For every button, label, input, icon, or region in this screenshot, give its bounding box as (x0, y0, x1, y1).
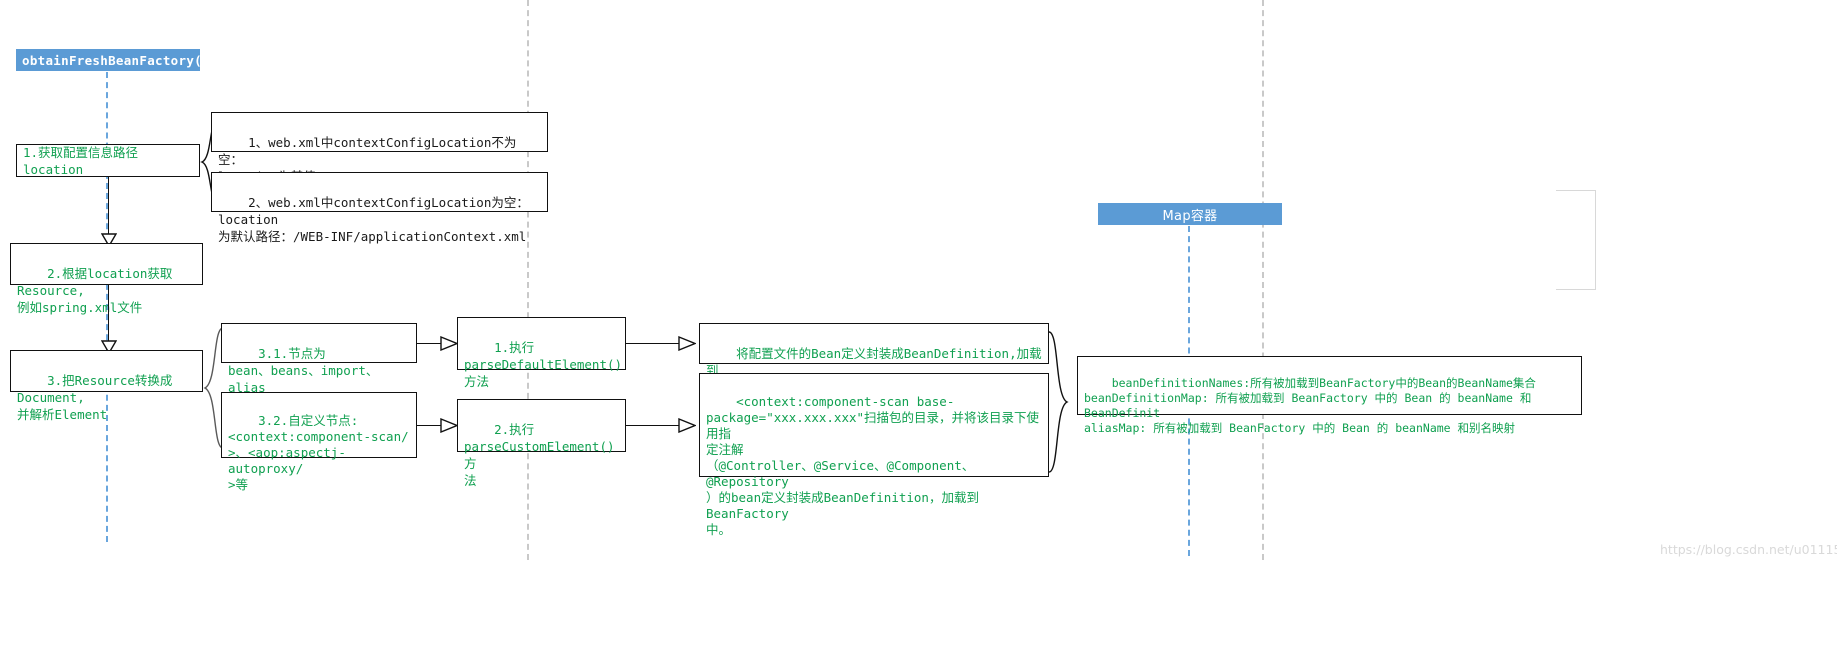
lifeline-guide-left (527, 0, 529, 560)
node-step-3[interactable]: 3.把Resource转换成Document, 并解析Element (10, 350, 203, 422)
note-contextconfiglocation-empty-text: 2、web.xml中contextConfigLocation为空：locati… (218, 195, 529, 244)
connector-step1-step2 (108, 177, 109, 240)
arrowhead-result2 (678, 418, 696, 433)
lifeline-guide-right (1262, 0, 1264, 560)
arrowhead-exec1 (440, 336, 458, 351)
header-obtain-fresh-bean-factory-label: obtainFreshBeanFactory() (22, 52, 210, 68)
header-obtain-fresh-bean-factory[interactable]: obtainFreshBeanFactory() (16, 49, 210, 71)
node-step-3-1-label: 3.1.节点为 bean、beans、import、alias (228, 346, 379, 395)
node-exec-parse-custom-element-label: 2.执行 parseCustomElement()方 法 (464, 422, 615, 488)
node-exec-parse-default-element-label: 1.执行 parseDefaultElement() 方法 (464, 340, 623, 389)
node-result-component-scan[interactable]: <context:component-scan base- package="x… (699, 373, 1049, 537)
node-result-component-scan-label: <context:component-scan base- package="x… (706, 394, 1040, 537)
node-exec-parse-custom-element[interactable]: 2.执行 parseCustomElement()方 法 (457, 399, 626, 488)
brace-results-map (1048, 331, 1069, 473)
header-map-container[interactable]: Map容器 (1098, 203, 1282, 225)
node-step-1-label: 1.获取配置信息路径location (23, 144, 139, 177)
node-step-3-2[interactable]: 3.2.自定义节点: <context:component-scan/ >、<a… (221, 392, 417, 492)
connector-exec2-result2 (626, 425, 679, 426)
node-map-container-detail[interactable]: beanDefinitionNames:所有被加载到BeanFactory中的B… (1077, 356, 1582, 435)
note-contextconfiglocation-not-empty[interactable]: 1、web.xml中contextConfigLocation不为空： loca… (211, 112, 548, 184)
note-contextconfiglocation-empty[interactable]: 2、web.xml中contextConfigLocation为空：locati… (211, 172, 548, 244)
connector-step2-step3 (108, 285, 109, 348)
arrowhead-result1 (678, 336, 696, 351)
node-exec-parse-default-element[interactable]: 1.执行 parseDefaultElement() 方法 (457, 317, 626, 389)
node-result-bean-definition-loaded[interactable]: 将配置文件的Bean定义封装成BeanDefinition,加载到 BeanFa… (699, 323, 1049, 395)
node-step-2-label: 2.根据location获取Resource, 例如spring.xml文件 (17, 266, 173, 315)
node-map-container-detail-label: beanDefinitionNames:所有被加载到BeanFactory中的B… (1084, 376, 1536, 435)
watermark-csdn-text: https://blog.csdn.net/u011151353 (1660, 542, 1837, 557)
connector-step3-2-exec2 (417, 425, 442, 426)
watermark-csdn: https://blog.csdn.net/u011151353 (1660, 542, 1837, 557)
node-step-3-2-label: 3.2.自定义节点: <context:component-scan/ >、<a… (228, 413, 409, 492)
canvas-edge-fragment (1556, 190, 1596, 290)
connector-exec1-result1 (626, 343, 679, 344)
connector-step3-1-exec1 (417, 343, 442, 344)
diagram-canvas: obtainFreshBeanFactory() Map容器 1.获取配置信息路… (0, 0, 1837, 664)
header-map-container-label: Map容器 (1162, 208, 1218, 224)
node-step-1[interactable]: 1.获取配置信息路径location (16, 144, 200, 177)
node-step-3-label: 3.把Resource转换成Document, 并解析Element (17, 373, 173, 422)
node-step-3-1[interactable]: 3.1.节点为 bean、beans、import、alias (221, 323, 417, 395)
arrowhead-exec2 (440, 418, 458, 433)
node-step-2[interactable]: 2.根据location获取Resource, 例如spring.xml文件 (10, 243, 203, 315)
